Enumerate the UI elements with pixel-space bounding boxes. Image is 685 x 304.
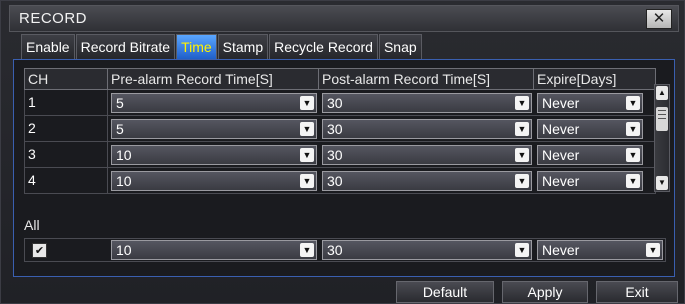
post-alarm-value: 30 xyxy=(327,95,343,111)
chevron-down-icon: ▼ xyxy=(300,174,314,188)
all-expire-select[interactable]: Never ▼ xyxy=(537,240,663,260)
chevron-down-icon: ▼ xyxy=(300,243,314,257)
pre-alarm-value: 10 xyxy=(116,173,132,189)
pre-alarm-select[interactable]: 10 ▼ xyxy=(111,145,317,165)
chevron-down-icon: ▼ xyxy=(515,96,529,110)
time-settings-panel: CH Pre-alarm Record Time[S] Post-alarm R… xyxy=(13,59,675,277)
chevron-down-icon: ▼ xyxy=(626,96,640,110)
expire-value: Never xyxy=(542,173,580,189)
chevron-down-icon: ▼ xyxy=(646,243,660,257)
all-post-alarm-select[interactable]: 30 ▼ xyxy=(322,240,532,260)
close-button[interactable]: ✕ xyxy=(646,9,672,29)
channel-number: 1 xyxy=(25,90,108,115)
chevron-down-icon: ▼ xyxy=(515,174,529,188)
all-row: ✔ 10 ▼ 30 ▼ Never ▼ xyxy=(24,238,666,262)
table-row: 4 10 ▼ 30 ▼ Never ▼ xyxy=(24,168,656,194)
chevron-down-icon: ▼ xyxy=(515,122,529,136)
all-checkbox[interactable]: ✔ xyxy=(32,243,47,258)
expire-select[interactable]: Never ▼ xyxy=(537,119,643,139)
record-window: RECORD ✕ Enable Record Bitrate Time Stam… xyxy=(0,0,685,304)
table-row: 3 10 ▼ 30 ▼ Never ▼ xyxy=(24,142,656,168)
window-title: RECORD xyxy=(19,10,88,27)
post-alarm-value: 30 xyxy=(327,121,343,137)
tab-record-bitrate[interactable]: Record Bitrate xyxy=(75,34,176,59)
chevron-down-icon: ▼ xyxy=(300,122,314,136)
channel-number: 2 xyxy=(25,116,108,141)
scroll-down-button[interactable]: ▼ xyxy=(656,176,668,190)
post-alarm-select[interactable]: 30 ▼ xyxy=(322,171,532,191)
all-pre-alarm-value: 10 xyxy=(116,242,132,258)
chevron-down-icon: ▼ xyxy=(300,148,314,162)
pre-alarm-value: 10 xyxy=(116,147,132,163)
header-post-alarm: Post-alarm Record Time[S] xyxy=(319,69,534,89)
tab-bar: Enable Record Bitrate Time Stamp Recycle… xyxy=(21,34,423,59)
scroll-up-button[interactable]: ▲ xyxy=(656,86,668,100)
pre-alarm-select[interactable]: 5 ▼ xyxy=(111,119,317,139)
table-row: 1 5 ▼ 30 ▼ Never ▼ xyxy=(24,90,656,116)
tab-snap[interactable]: Snap xyxy=(378,34,422,59)
expire-value: Never xyxy=(542,147,580,163)
chevron-down-icon: ▼ xyxy=(300,96,314,110)
post-alarm-select[interactable]: 30 ▼ xyxy=(322,119,532,139)
vertical-scrollbar[interactable]: ▲ ▼ xyxy=(654,84,670,192)
chevron-down-icon: ▼ xyxy=(515,148,529,162)
default-button[interactable]: Default xyxy=(396,281,494,303)
post-alarm-select[interactable]: 30 ▼ xyxy=(322,145,532,165)
tab-enable[interactable]: Enable xyxy=(21,34,75,59)
all-pre-alarm-select[interactable]: 10 ▼ xyxy=(111,240,317,260)
pre-alarm-value: 5 xyxy=(116,121,124,137)
channel-number: 3 xyxy=(25,142,108,167)
all-post-alarm-value: 30 xyxy=(327,242,343,258)
header-pre-alarm: Pre-alarm Record Time[S] xyxy=(108,69,319,89)
expire-select[interactable]: Never ▼ xyxy=(537,93,643,113)
tab-recycle-record[interactable]: Recycle Record xyxy=(269,34,378,59)
exit-button[interactable]: Exit xyxy=(596,281,678,303)
chevron-down-icon: ▼ xyxy=(515,243,529,257)
post-alarm-value: 30 xyxy=(327,147,343,163)
pre-alarm-select[interactable]: 5 ▼ xyxy=(111,93,317,113)
channel-number: 4 xyxy=(25,168,108,193)
tab-stamp[interactable]: Stamp xyxy=(217,34,269,59)
pre-alarm-select[interactable]: 10 ▼ xyxy=(111,171,317,191)
post-alarm-value: 30 xyxy=(327,173,343,189)
post-alarm-select[interactable]: 30 ▼ xyxy=(322,93,532,113)
expire-select[interactable]: Never ▼ xyxy=(537,171,643,191)
expire-value: Never xyxy=(542,121,580,137)
chevron-down-icon: ▼ xyxy=(626,148,640,162)
expire-value: Never xyxy=(542,95,580,111)
header-ch: CH xyxy=(25,69,108,89)
expire-select[interactable]: Never ▼ xyxy=(537,145,643,165)
close-icon: ✕ xyxy=(652,10,666,27)
check-icon: ✔ xyxy=(34,245,45,257)
apply-button[interactable]: Apply xyxy=(502,281,588,303)
scroll-thumb[interactable] xyxy=(656,107,668,131)
table-header: CH Pre-alarm Record Time[S] Post-alarm R… xyxy=(24,68,656,90)
pre-alarm-value: 5 xyxy=(116,95,124,111)
chevron-down-icon: ▼ xyxy=(626,174,640,188)
chevron-down-icon: ▼ xyxy=(626,122,640,136)
header-expire: Expire[Days] xyxy=(537,71,617,87)
all-expire-value: Never xyxy=(542,242,580,258)
table-row: 2 5 ▼ 30 ▼ Never ▼ xyxy=(24,116,656,142)
title-bar: RECORD ✕ xyxy=(9,5,679,32)
tab-time[interactable]: Time xyxy=(176,34,217,59)
all-label: All xyxy=(24,217,40,233)
